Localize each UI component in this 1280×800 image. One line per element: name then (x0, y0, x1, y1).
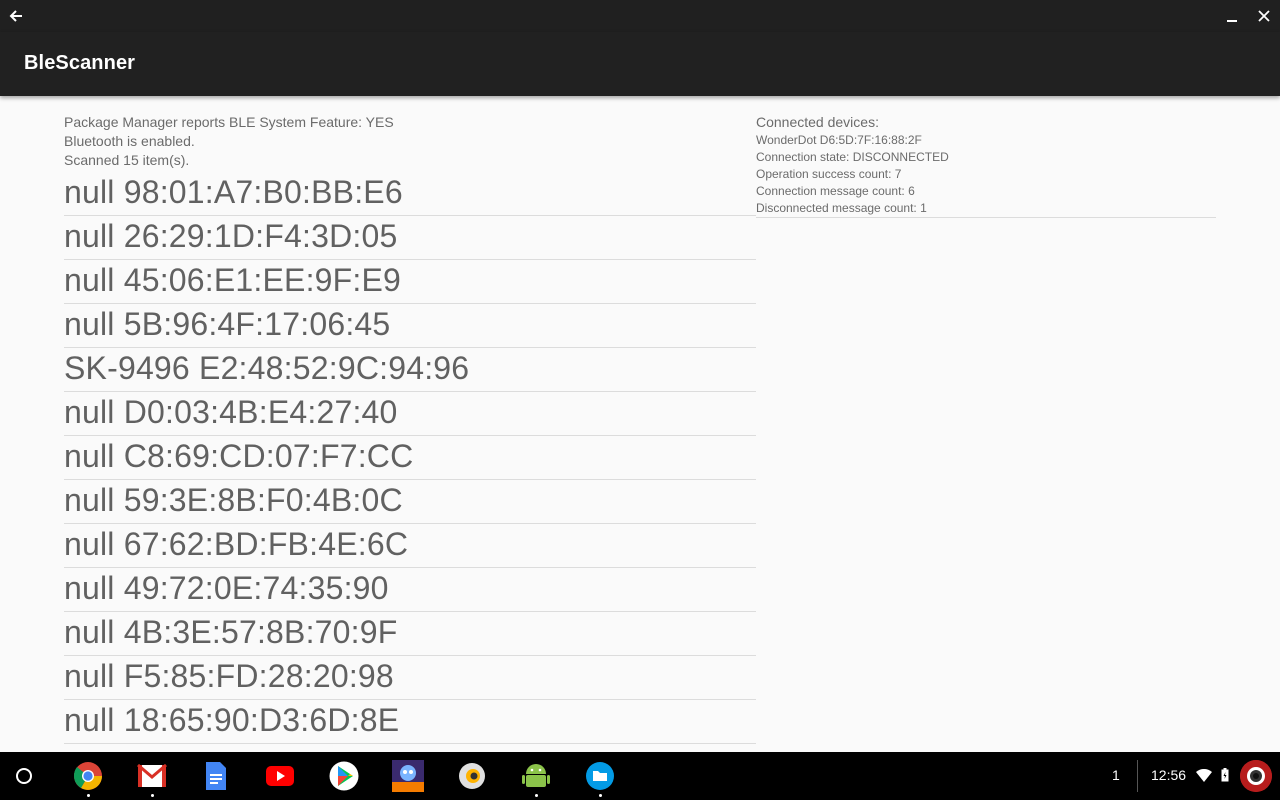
device-label: null F5:85:FD:28:20:98 (64, 658, 394, 694)
close-button[interactable] (1248, 0, 1280, 32)
play-store-icon[interactable] (328, 760, 360, 792)
device-row[interactable]: null 49:72:0E:74:35:90 (64, 568, 756, 612)
disconnected-message-count: Disconnected message count: 1 (756, 201, 927, 215)
battery-icon[interactable] (1221, 768, 1229, 782)
game-icon[interactable] (392, 760, 424, 792)
connected-heading: Connected devices: (756, 114, 879, 130)
device-row[interactable]: null D0:03:4B:E4:27:40 (64, 392, 756, 436)
operation-success-count: Operation success count: 7 (756, 167, 902, 181)
camera-app-icon[interactable] (456, 760, 488, 792)
scan-count: Scanned 15 item(s). (64, 152, 190, 168)
connected-devices-panel: Connected devices: WonderDot D6:5D:7F:16… (756, 114, 1216, 218)
avatar-image-icon (1240, 760, 1272, 792)
android-icon[interactable] (520, 760, 552, 797)
chrome-icon[interactable] (72, 760, 104, 797)
device-row[interactable]: null 59:3E:8B:F0:4B:0C (64, 480, 756, 524)
youtube-icon[interactable] (264, 760, 296, 792)
main-content: Package Manager reports BLE System Featu… (0, 96, 1280, 752)
device-label: null 18:65:90:D3:6D:8E (64, 702, 400, 738)
device-row[interactable]: null 5B:96:4F:17:06:45 (64, 304, 756, 348)
device-row[interactable]: SK-9496 E2:48:52:9C:94:96 (64, 348, 756, 392)
device-row[interactable]: null 26:29:1D:F4:3D:05 (64, 216, 756, 260)
connection-message-count: Connection message count: 6 (756, 184, 915, 198)
device-label: null 26:29:1D:F4:3D:05 (64, 218, 398, 254)
device-row[interactable]: null 45:06:E1:EE:9F:E9 (64, 260, 756, 304)
ble-feature-status: Package Manager reports BLE System Featu… (64, 114, 394, 130)
shelf-divider (1137, 760, 1138, 792)
docs-icon[interactable] (200, 760, 232, 792)
device-label: null 67:62:BD:FB:4E:6C (64, 526, 409, 562)
device-row[interactable]: null F5:85:FD:28:20:98 (64, 656, 756, 700)
launcher-button[interactable] (16, 768, 32, 784)
close-icon (1258, 10, 1270, 22)
wifi-icon[interactable] (1196, 769, 1212, 782)
minimize-icon (1227, 20, 1237, 22)
back-button[interactable] (0, 0, 32, 32)
device-label: null 45:06:E1:EE:9F:E9 (64, 262, 402, 298)
device-label: null 98:01:A7:B0:BB:E6 (64, 174, 403, 210)
connected-device-name: WonderDot D6:5D:7F:16:88:2F (756, 133, 922, 147)
device-list: null 98:01:A7:B0:BB:E6 null 26:29:1D:F4:… (64, 172, 756, 744)
window-titlebar (0, 0, 1280, 32)
minimize-button[interactable] (1216, 0, 1248, 32)
device-label: null 5B:96:4F:17:06:45 (64, 306, 391, 342)
app-title: BleScanner (24, 52, 136, 74)
device-label: null 49:72:0E:74:35:90 (64, 570, 389, 606)
shelf: 1 12:56 (0, 752, 1280, 800)
device-row[interactable]: null 4B:3E:57:8B:70:9F (64, 612, 756, 656)
bluetooth-status: Bluetooth is enabled. (64, 133, 195, 149)
device-label: null 4B:3E:57:8B:70:9F (64, 614, 398, 650)
files-icon[interactable] (584, 760, 616, 797)
device-row[interactable]: null 98:01:A7:B0:BB:E6 (64, 172, 756, 216)
connection-state: Connection state: DISCONNECTED (756, 150, 949, 164)
clock[interactable]: 12:56 (1151, 767, 1186, 783)
app-bar: BleScanner (0, 32, 1280, 96)
avatar[interactable] (1240, 760, 1272, 792)
arrow-left-icon (9, 10, 22, 22)
notification-badge[interactable]: 1 (1112, 767, 1120, 783)
device-row[interactable]: null 18:65:90:D3:6D:8E (64, 700, 756, 744)
device-row[interactable]: null 67:62:BD:FB:4E:6C (64, 524, 756, 568)
gmail-icon[interactable] (136, 760, 168, 797)
device-label: SK-9496 E2:48:52:9C:94:96 (64, 350, 470, 386)
device-row[interactable]: null C8:69:CD:07:F7:CC (64, 436, 756, 480)
device-label: null 59:3E:8B:F0:4B:0C (64, 482, 403, 518)
device-label: null D0:03:4B:E4:27:40 (64, 394, 398, 430)
device-label: null C8:69:CD:07:F7:CC (64, 438, 414, 474)
